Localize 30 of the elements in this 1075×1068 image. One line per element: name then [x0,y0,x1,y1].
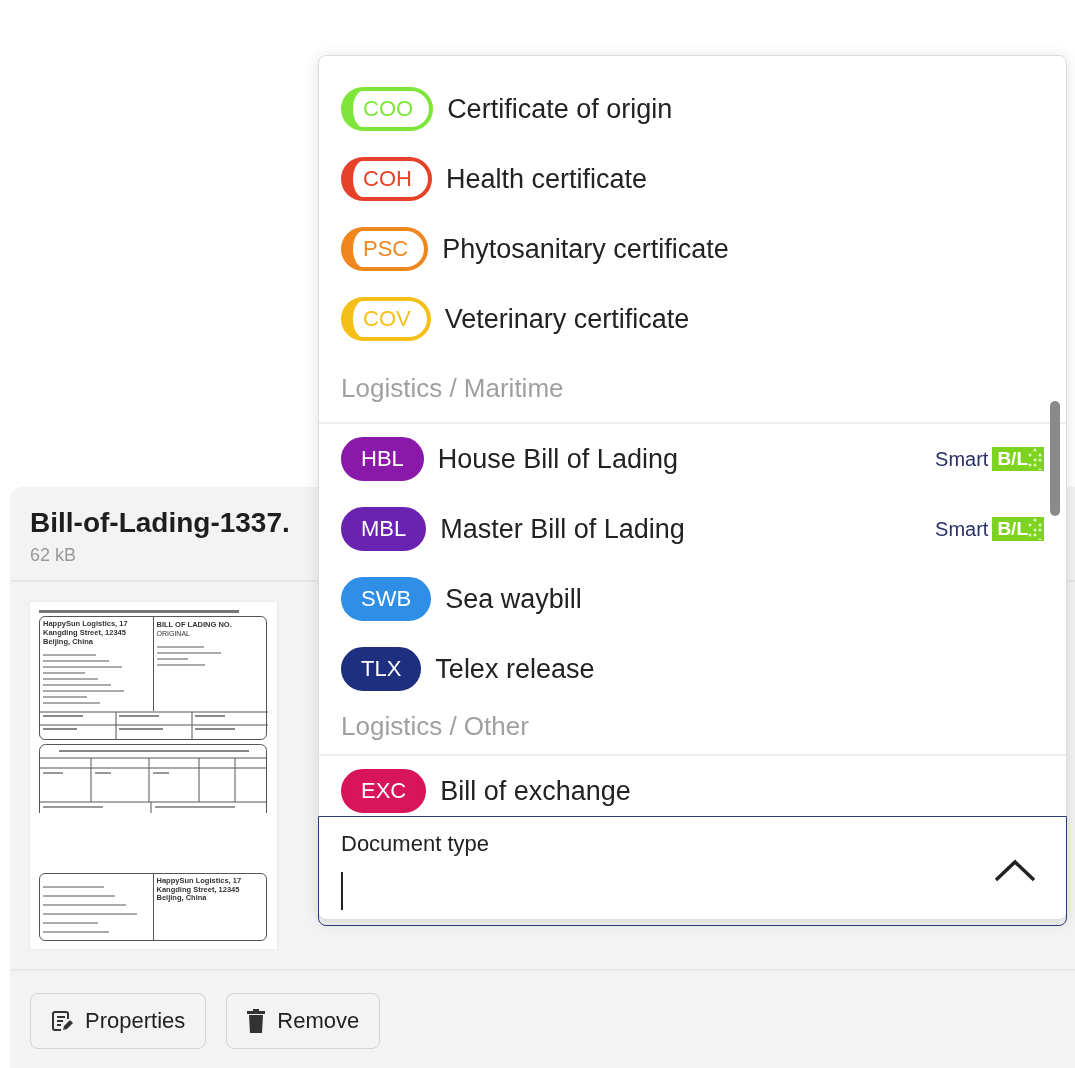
menu-option[interactable]: COV Veterinary certificate [319,284,1066,354]
file-name: Bill-of-Lading-1337. [30,507,290,539]
scrollbar[interactable] [1050,401,1060,516]
code-badge: TLX [341,647,422,691]
menu-option[interactable]: MBL Master Bill of Lading Smart B/L [319,494,1066,564]
menu-option[interactable]: TLX Telex release [319,634,1066,704]
trash-icon [247,1009,266,1033]
document-edit-icon [51,1010,73,1032]
code-badge: PSC [341,227,429,271]
menu-option[interactable]: COO Certificate of origin [319,74,1066,144]
smart-bl-logo: Smart B/L [935,447,1044,471]
group-header: Logistics / Other [319,704,1066,756]
document-type-field[interactable]: Document type [318,816,1067,926]
menu-option[interactable]: COH Health certificate [319,144,1066,214]
properties-button[interactable]: Properties [30,993,207,1049]
menu-option[interactable]: HBL House Bill of Lading Smart B/L [319,424,1066,494]
menu-option[interactable]: PSC Phytosanitary certificate [319,214,1066,284]
chevron-up-icon[interactable] [994,859,1036,883]
file-size: 62 kB [30,545,77,566]
code-badge: HBL [341,437,424,481]
remove-button[interactable]: Remove [226,993,381,1049]
code-badge: SWB [341,577,432,621]
menu-option[interactable]: EXC Bill of exchange [319,756,1066,816]
code-badge: COH [341,157,432,201]
menu-option[interactable]: SWB Sea waybill [319,564,1066,634]
code-badge: COO [341,87,434,131]
code-badge: EXC [341,769,427,813]
code-badge: COV [341,297,431,341]
code-badge: MBL [341,507,427,551]
smart-bl-logo: Smart B/L [935,517,1044,541]
